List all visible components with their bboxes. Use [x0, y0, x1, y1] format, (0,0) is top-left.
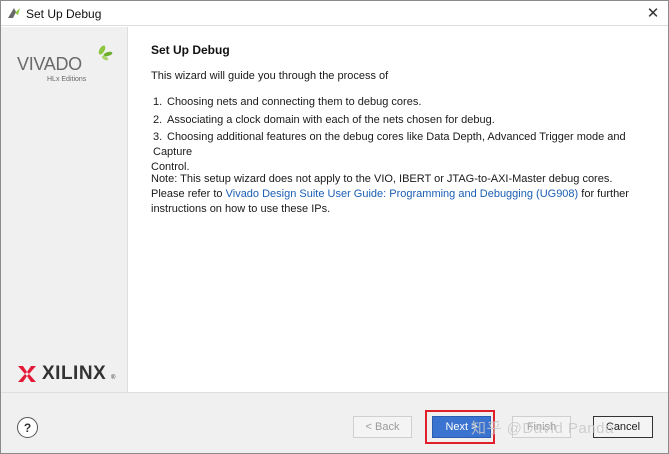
close-icon[interactable]: ✕: [644, 4, 662, 22]
step-text: Associating a clock domain with each of …: [167, 114, 495, 126]
xilinx-wordmark: XILINX: [42, 363, 107, 384]
finish-button[interactable]: Finish: [512, 416, 571, 438]
intro-text: This wizard will guide you through the p…: [151, 70, 389, 82]
note-text: Note: This setup wizard does not apply t…: [151, 172, 641, 217]
window-title: Set Up Debug: [26, 7, 102, 21]
xilinx-registered-mark: ®: [111, 375, 116, 381]
page-heading: Set Up Debug: [151, 43, 230, 57]
step-number: 1.: [153, 96, 163, 108]
vivado-app-icon: [8, 8, 20, 18]
xilinx-logo: XILINX ®: [17, 363, 117, 385]
cancel-button[interactable]: Cancel: [593, 416, 653, 438]
help-icon[interactable]: ?: [17, 417, 38, 438]
vivado-logo: VIVADO HLx Editions: [17, 43, 117, 88]
list-item: 1. Choosing nets and connecting them to d…: [153, 94, 653, 111]
vivado-leaf-icon: [98, 45, 113, 61]
next-button[interactable]: Next >: [432, 416, 491, 438]
wizard-content: Set Up Debug This wizard will guide you …: [129, 27, 668, 392]
step-text: Choosing nets and connecting them to deb…: [167, 96, 422, 108]
user-guide-link[interactable]: Vivado Design Suite User Guide: Programm…: [226, 188, 579, 200]
list-item: 2. Associating a clock domain with each o…: [153, 112, 653, 129]
step-number: 2.: [153, 114, 163, 126]
step-number: 3.: [153, 131, 163, 143]
xilinx-mark-icon: [18, 366, 36, 382]
vivado-edition-label: HLx Editions: [47, 76, 87, 83]
back-button[interactable]: < Back: [353, 416, 412, 438]
button-bar: ? < Back Next > Finish Cancel 知乎 @David …: [1, 392, 668, 453]
list-item: 3. Choosing additional features on the de…: [151, 130, 653, 175]
setup-debug-dialog: Set Up Debug ✕ VIVADO HLx Editions XILIN…: [0, 0, 669, 454]
sidebar: VIVADO HLx Editions XILINX ®: [1, 27, 128, 392]
step-text: Choosing additional features on the debu…: [153, 131, 626, 158]
vivado-wordmark: VIVADO: [17, 54, 82, 74]
steps-list: 1. Choosing nets and connecting them to d…: [151, 94, 653, 176]
title-bar: Set Up Debug ✕: [1, 1, 668, 26]
